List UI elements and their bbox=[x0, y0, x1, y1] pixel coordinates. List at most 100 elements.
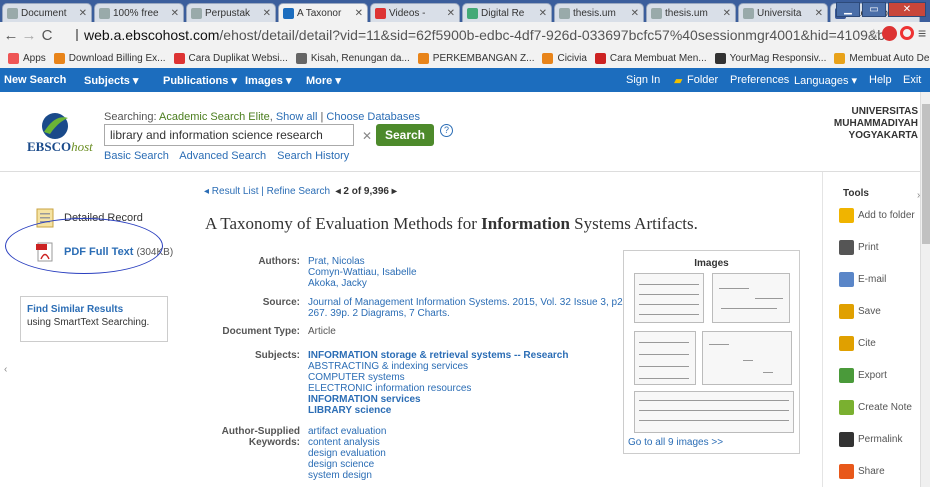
close-window-button[interactable]: ✕ bbox=[888, 2, 926, 17]
forward-icon[interactable]: → bbox=[20, 27, 38, 44]
reload-icon[interactable]: C bbox=[38, 27, 56, 44]
bookmark-icon bbox=[714, 52, 726, 64]
browser-tab[interactable]: Videos - ✕ bbox=[370, 3, 460, 22]
tool-link[interactable]: Permalink bbox=[839, 432, 902, 447]
browser-tab[interactable]: 100% free ✕ bbox=[94, 3, 184, 22]
bookmark-icon bbox=[594, 52, 606, 64]
nav-folder[interactable]: Folder bbox=[687, 74, 718, 86]
close-tab-icon[interactable]: ✕ bbox=[79, 8, 87, 19]
author-link[interactable]: Prat, Nicolas bbox=[308, 256, 417, 267]
scrollbar[interactable] bbox=[920, 92, 930, 487]
keyword-link[interactable]: design evaluation bbox=[308, 448, 386, 459]
keyword-link[interactable]: artifact evaluation bbox=[308, 426, 386, 437]
refine-search-link[interactable]: Refine Search bbox=[267, 186, 330, 197]
tool-folder[interactable]: Add to folder bbox=[839, 208, 915, 223]
address-bar[interactable]: web.a.ebscohost.com/ehost/detail/detail?… bbox=[76, 24, 886, 46]
bookmark-item[interactable]: Kisah, Renungan da... bbox=[295, 52, 410, 64]
close-tab-icon[interactable]: ✕ bbox=[263, 8, 271, 19]
collapse-left-icon[interactable]: ‹ bbox=[4, 364, 7, 375]
show-all-link[interactable]: Show all bbox=[276, 111, 318, 123]
tool-email[interactable]: E-mail bbox=[839, 272, 886, 287]
nav-images[interactable]: Images ▾ bbox=[245, 74, 292, 87]
close-tab-icon[interactable]: ✕ bbox=[723, 8, 731, 19]
subject-link[interactable]: ABSTRACTING & indexing services bbox=[308, 361, 568, 372]
search-button[interactable]: Search bbox=[376, 124, 434, 146]
result-list-link[interactable]: ◂ Result List bbox=[204, 186, 258, 197]
source-value[interactable]: Journal of Management Information System… bbox=[308, 297, 637, 319]
subject-link[interactable]: LIBRARY science bbox=[308, 405, 568, 416]
tool-note[interactable]: Create Note bbox=[839, 400, 912, 415]
keyword-link[interactable]: design science bbox=[308, 459, 386, 470]
basic-search-link[interactable]: Basic Search bbox=[104, 150, 169, 162]
nav-exit[interactable]: Exit bbox=[903, 74, 921, 86]
adblock-icon[interactable] bbox=[882, 26, 897, 41]
close-tab-icon[interactable]: ✕ bbox=[447, 8, 455, 19]
minimize-button[interactable]: ▁ bbox=[836, 2, 860, 17]
tool-save[interactable]: Save bbox=[839, 304, 881, 319]
result-position[interactable]: ◂ 2 of 9,396 ▸ bbox=[336, 186, 397, 197]
subject-link[interactable]: COMPUTER systems bbox=[308, 372, 568, 383]
author-link[interactable]: Akoka, Jacky bbox=[308, 278, 417, 289]
subject-link[interactable]: INFORMATION services bbox=[308, 394, 568, 405]
close-tab-icon[interactable]: ✕ bbox=[539, 8, 547, 19]
bookmark-item[interactable]: PERKEMBANGAN Z... bbox=[417, 52, 534, 64]
close-tab-icon[interactable]: ✕ bbox=[171, 8, 179, 19]
nav-publications[interactable]: Publications ▾ bbox=[163, 74, 237, 87]
back-icon[interactable]: ← bbox=[2, 27, 20, 44]
go-to-all-images-link[interactable]: Go to all 9 images >> bbox=[628, 437, 723, 448]
bookmark-item[interactable]: Download Billing Ex... bbox=[53, 52, 166, 64]
clear-icon[interactable]: ✕ bbox=[362, 129, 372, 143]
help-icon[interactable]: ? bbox=[440, 124, 453, 137]
tool-share[interactable]: Share bbox=[839, 464, 885, 479]
bookmark-item[interactable]: Apps bbox=[8, 52, 46, 64]
nav-help[interactable]: Help bbox=[869, 74, 892, 86]
bookmark-item[interactable]: Cara Duplikat Websi... bbox=[173, 52, 288, 64]
image-thumbnail[interactable] bbox=[634, 391, 794, 433]
browser-tab[interactable]: Digital Re ✕ bbox=[462, 3, 552, 22]
opera-icon[interactable] bbox=[900, 26, 914, 40]
search-history-link[interactable]: Search History bbox=[277, 150, 349, 162]
nav-new-search[interactable]: New Search bbox=[4, 74, 66, 86]
bookmark-item[interactable]: Cicivia bbox=[542, 52, 587, 64]
scrollbar-thumb[interactable] bbox=[922, 104, 930, 244]
nav-languages[interactable]: Languages ▾ bbox=[794, 74, 857, 87]
nav-subjects[interactable]: Subjects ▾ bbox=[84, 74, 138, 87]
subject-link[interactable]: INFORMATION storage & retrieval systems … bbox=[308, 350, 568, 361]
browser-tab[interactable]: thesis.um ✕ bbox=[646, 3, 736, 22]
close-tab-icon[interactable]: ✕ bbox=[355, 8, 363, 19]
browser-tab[interactable]: thesis.um ✕ bbox=[554, 3, 644, 22]
bookmark-item[interactable]: Membuat Auto Dele... bbox=[834, 52, 930, 64]
browser-tab[interactable]: Perpustak ✕ bbox=[186, 3, 276, 22]
browser-tab[interactable]: Universita ✕ bbox=[738, 3, 828, 22]
bookmark-item[interactable]: YourMag Responsiv... bbox=[714, 52, 827, 64]
browser-tab[interactable]: A Taxonor ✕ bbox=[278, 3, 368, 22]
image-thumbnail[interactable] bbox=[712, 273, 790, 323]
menu-icon[interactable]: ≡ bbox=[918, 25, 930, 42]
tool-print[interactable]: Print bbox=[839, 240, 879, 255]
bookmark-icon bbox=[295, 52, 307, 64]
find-similar-box[interactable]: Find Similar Results using SmartText Sea… bbox=[20, 296, 168, 342]
nav-preferences[interactable]: Preferences bbox=[730, 74, 789, 86]
tool-export[interactable]: Export bbox=[839, 368, 887, 383]
advanced-search-link[interactable]: Advanced Search bbox=[179, 150, 266, 162]
maximize-button[interactable]: ▭ bbox=[862, 2, 886, 17]
bookmark-item[interactable]: Cara Membuat Men... bbox=[594, 52, 707, 64]
nav-more[interactable]: More ▾ bbox=[306, 74, 341, 87]
author-link[interactable]: Comyn-Wattiau, Isabelle bbox=[308, 267, 417, 278]
nav-sign-in[interactable]: Sign In bbox=[626, 74, 660, 86]
image-thumbnail[interactable] bbox=[702, 331, 792, 385]
subject-link[interactable]: ELECTRONIC information resources bbox=[308, 383, 568, 394]
keyword-link[interactable]: content analysis bbox=[308, 437, 386, 448]
bookmark-icon bbox=[417, 52, 429, 64]
database-name: Academic Search Elite bbox=[159, 111, 270, 123]
choose-databases-link[interactable]: Choose Databases bbox=[326, 111, 420, 123]
tool-cite[interactable]: Cite bbox=[839, 336, 876, 351]
search-input[interactable]: library and information science research bbox=[104, 124, 354, 146]
browser-tab[interactable]: Document ✕ bbox=[2, 3, 92, 22]
close-tab-icon[interactable]: ✕ bbox=[631, 8, 639, 19]
image-thumbnail[interactable] bbox=[634, 273, 704, 323]
close-tab-icon[interactable]: ✕ bbox=[815, 8, 823, 19]
keyword-link[interactable]: system design bbox=[308, 470, 386, 481]
bookmark-label: YourMag Responsiv... bbox=[729, 52, 827, 64]
image-thumbnail[interactable] bbox=[634, 331, 696, 385]
